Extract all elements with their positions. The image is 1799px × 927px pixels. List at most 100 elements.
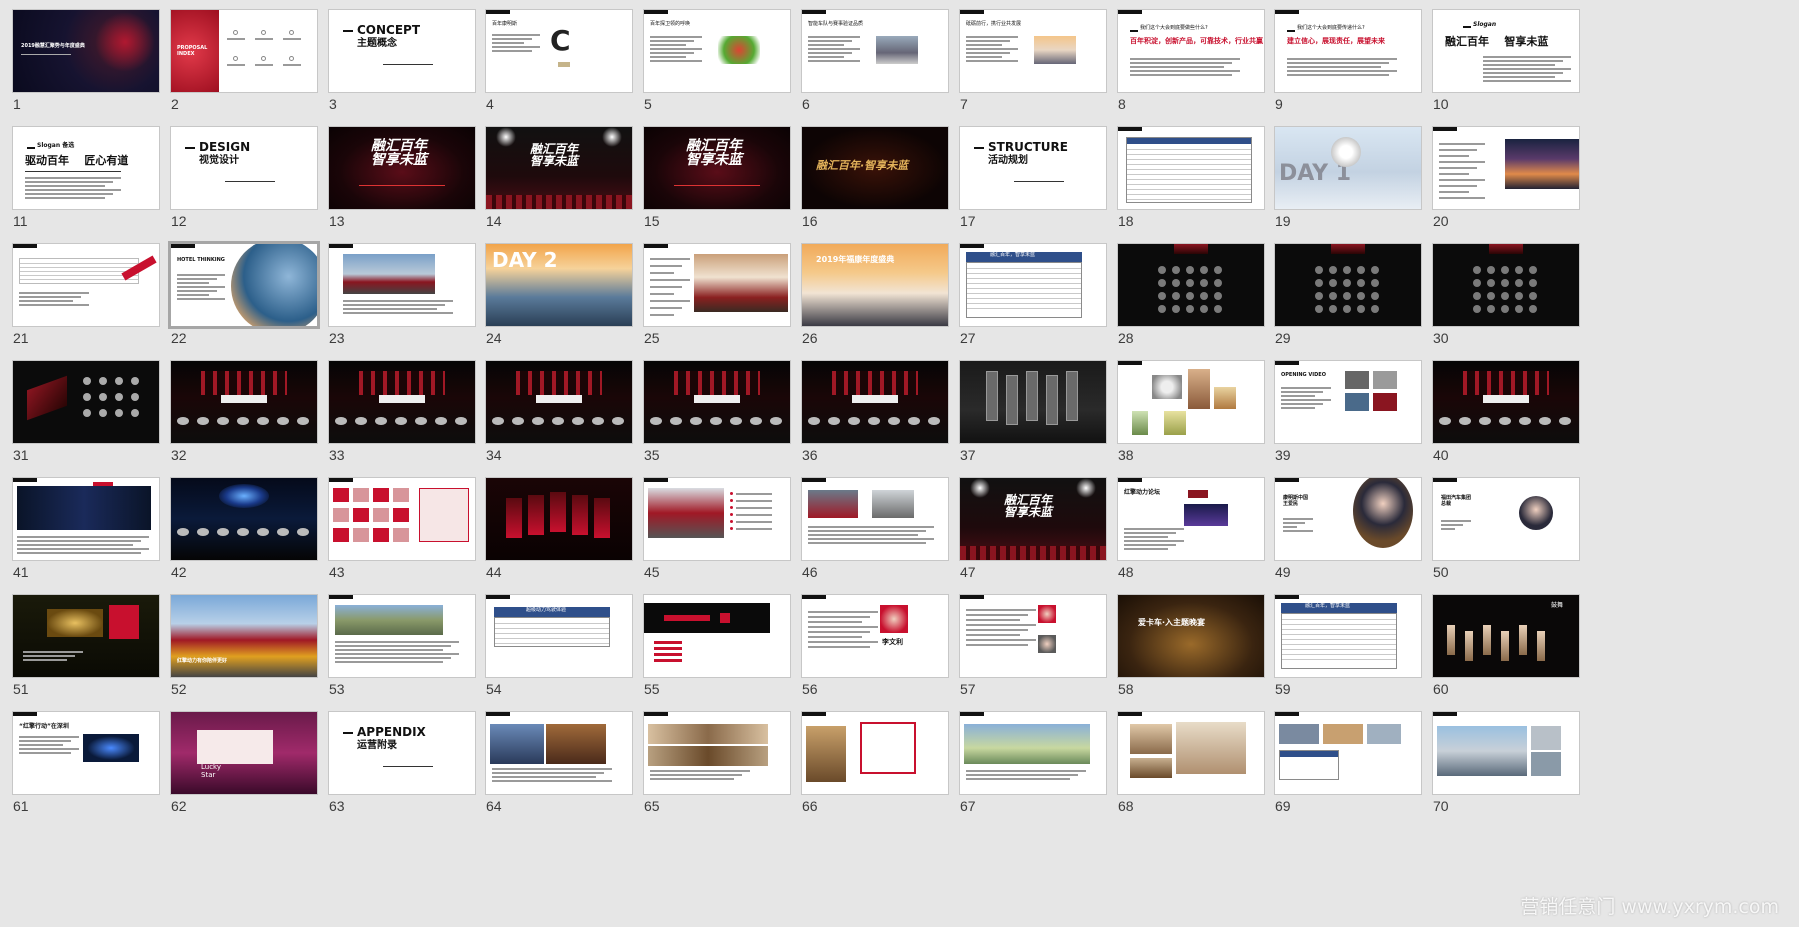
slide-thumbnail-7[interactable]: 砥砺前行，携行业共发展 bbox=[960, 10, 1106, 92]
slide-thumbnail-18[interactable] bbox=[1118, 127, 1264, 209]
slide-thumbnail-6[interactable]: 智能车队与赛事验证品质 bbox=[802, 10, 948, 92]
slide-thumbnail-12[interactable]: DESIGN 视觉设计 bbox=[171, 127, 317, 209]
text-line bbox=[1283, 530, 1313, 532]
slide-thumbnail-70[interactable] bbox=[1433, 712, 1579, 794]
slide-thumbnail-51[interactable] bbox=[13, 595, 159, 677]
section-title: DESIGN bbox=[199, 140, 251, 154]
hotel-photo bbox=[546, 724, 606, 764]
slide-thumbnail-42[interactable] bbox=[171, 478, 317, 560]
slide-thumbnail-36[interactable] bbox=[802, 361, 948, 443]
hotel-photo bbox=[1130, 758, 1172, 778]
text-line bbox=[19, 296, 81, 298]
slide-thumbnail-14[interactable]: 融汇百年 智享未蓝 bbox=[486, 127, 632, 209]
slide-thumbnail-17[interactable]: STRUCTURE 活动规划 bbox=[960, 127, 1106, 209]
slide-thumbnail-26[interactable]: 2019年福康年度盛典 bbox=[802, 244, 948, 326]
slide-thumbnail-66[interactable] bbox=[802, 712, 948, 794]
slide-thumbnail-31[interactable] bbox=[13, 361, 159, 443]
slide-thumbnail-46[interactable] bbox=[802, 478, 948, 560]
text-line bbox=[650, 300, 690, 302]
slide-thumbnail-11[interactable]: Slogan 备选 驱动百年 匠心有道 bbox=[13, 127, 159, 209]
slide-thumbnail-27[interactable]: 融汇百年，智享未蓝 bbox=[960, 244, 1106, 326]
slide-thumbnail-5[interactable]: 百年探卫领的呼唤 bbox=[644, 10, 790, 92]
text-line bbox=[808, 538, 934, 540]
banquet-table bbox=[277, 528, 289, 536]
slide-thumbnail-53[interactable] bbox=[329, 595, 475, 677]
slide-thumbnail-57[interactable] bbox=[960, 595, 1106, 677]
slide-thumbnail-63[interactable]: APPENDIX 运营附录 bbox=[329, 712, 475, 794]
slide-thumbnail-41[interactable] bbox=[13, 478, 159, 560]
slide-thumbnail-56[interactable]: 李文利 bbox=[802, 595, 948, 677]
slide-thumbnail-24[interactable]: DAY 2 bbox=[486, 244, 632, 326]
slide-thumbnail-58[interactable]: 爱卡车·入主题晚宴 bbox=[1118, 595, 1264, 677]
rate-table bbox=[1279, 750, 1339, 780]
text-line bbox=[808, 534, 918, 536]
slide-thumbnail-15[interactable]: 融汇百年 智享未蓝 bbox=[644, 127, 790, 209]
banquet-table bbox=[1559, 417, 1571, 425]
table-row bbox=[1282, 644, 1396, 645]
slide-thumbnail-50[interactable]: 福田汽车集团 总裁 bbox=[1433, 478, 1579, 560]
text-line bbox=[1287, 58, 1397, 60]
slide-thumbnail-1[interactable]: 2019融慧汇聚势与年度盛典 bbox=[13, 10, 159, 92]
slide-thumbnail-52[interactable]: 红擎动力有你陪伴更好 bbox=[171, 595, 317, 677]
slide-thumbnail-38[interactable] bbox=[1118, 361, 1264, 443]
slide-thumbnail-55[interactable] bbox=[644, 595, 790, 677]
slide-thumbnail-34[interactable] bbox=[486, 361, 632, 443]
banquet-table bbox=[1501, 292, 1509, 300]
slide-thumbnail-25[interactable] bbox=[644, 244, 790, 326]
section-rule bbox=[383, 64, 433, 65]
banquet-table bbox=[131, 393, 139, 401]
slide-thumbnail-48[interactable]: 红擎动力论坛 bbox=[1118, 478, 1264, 560]
slide-thumbnail-69[interactable] bbox=[1275, 712, 1421, 794]
slide-thumbnail-16[interactable]: 融汇百年·智享未蓝 bbox=[802, 127, 948, 209]
slide-thumbnail-22[interactable]: HOTEL THINKING bbox=[171, 244, 317, 326]
slide-thumbnail-59[interactable]: 融汇百年，智享未蓝 bbox=[1275, 595, 1421, 677]
video-still bbox=[1373, 393, 1397, 411]
slide-thumbnail-44[interactable] bbox=[486, 478, 632, 560]
slide-thumbnail-45[interactable] bbox=[644, 478, 790, 560]
slide-thumbnail-61[interactable]: “红擎行动”在深圳 bbox=[13, 712, 159, 794]
red-pillar bbox=[594, 498, 610, 538]
slide-thumbnail-64[interactable] bbox=[486, 712, 632, 794]
slide-thumbnail-28[interactable] bbox=[1118, 244, 1264, 326]
slide-thumbnail-4[interactable]: 百年康明斯 C bbox=[486, 10, 632, 92]
slide-thumbnail-39[interactable]: OPENING VIDEO bbox=[1275, 361, 1421, 443]
slide-heading: 红擎动力论坛 bbox=[1124, 489, 1161, 496]
slide-thumbnail-13[interactable]: 融汇百年 智享未蓝 bbox=[329, 127, 475, 209]
slide-thumbnail-9[interactable]: 我们这个大会到底要传递什么? 建立信心，展现责任，展望未来 bbox=[1275, 10, 1421, 92]
slide-thumbnail-47[interactable]: 融汇百年 智享未蓝 bbox=[960, 478, 1106, 560]
slide-thumbnail-3[interactable]: CONCEPT 主题概念 bbox=[329, 10, 475, 92]
slide-thumbnail-20[interactable] bbox=[1433, 127, 1579, 209]
slide-thumbnail-8[interactable]: 我们这个大会到底要做些什么? 百年积淀，创新产品，可靠技术，行业共赢 bbox=[1118, 10, 1264, 92]
section-rule bbox=[383, 766, 433, 767]
slide-thumbnail-62[interactable]: Lucky Star bbox=[171, 712, 317, 794]
text-line bbox=[19, 752, 71, 754]
collage-tile bbox=[373, 528, 389, 542]
slide-thumbnail-67[interactable] bbox=[960, 712, 1106, 794]
flower-photo bbox=[1164, 411, 1186, 435]
slide-thumbnail-37[interactable] bbox=[960, 361, 1106, 443]
text-line bbox=[650, 286, 682, 288]
slide-thumbnail-32[interactable] bbox=[171, 361, 317, 443]
slide-thumbnail-30[interactable] bbox=[1433, 244, 1579, 326]
slide-thumbnail-43[interactable] bbox=[329, 478, 475, 560]
slide-thumbnail-10[interactable]: Slogan 融汇百年 智享未蓝 bbox=[1433, 10, 1579, 92]
slide-thumbnail-19[interactable]: DAY 1 bbox=[1275, 127, 1421, 209]
slide-cell: DESIGN 视觉设计 12 bbox=[158, 117, 317, 230]
slide-thumbnail-33[interactable] bbox=[329, 361, 475, 443]
slide-thumbnail-65[interactable] bbox=[644, 712, 790, 794]
slide-thumbnail-21[interactable] bbox=[13, 244, 159, 326]
red-seats bbox=[486, 195, 632, 209]
slide-thumbnail-60[interactable]: 鼓舞 bbox=[1433, 595, 1579, 677]
header-bar bbox=[802, 712, 826, 716]
slide-thumbnail-49[interactable]: 康明斯中国 王爱民 bbox=[1275, 478, 1421, 560]
slide-thumbnail-23[interactable] bbox=[329, 244, 475, 326]
slide-cell: 福田汽车集团 总裁 50 bbox=[1420, 468, 1579, 581]
slide-thumbnail-2[interactable]: PROPOSAL INDEX bbox=[171, 10, 317, 92]
text-line bbox=[1439, 179, 1485, 181]
slide-thumbnail-54[interactable]: 超级动力驾驶体验 bbox=[486, 595, 632, 677]
slide-thumbnail-35[interactable] bbox=[644, 361, 790, 443]
slide-thumbnail-68[interactable] bbox=[1118, 712, 1264, 794]
collage-tile bbox=[373, 508, 389, 522]
slide-thumbnail-29[interactable] bbox=[1275, 244, 1421, 326]
slide-thumbnail-40[interactable] bbox=[1433, 361, 1579, 443]
